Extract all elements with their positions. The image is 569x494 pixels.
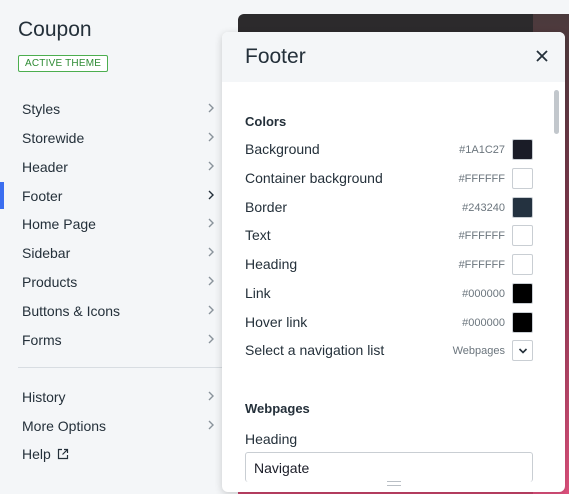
- select-label: Select a navigation list: [245, 342, 385, 358]
- nav-item-label: Styles: [22, 100, 61, 117]
- chevron-right-icon: [208, 305, 214, 315]
- nav-item-label: Home Page: [22, 215, 96, 232]
- color-label: Background: [245, 141, 320, 157]
- chevron-right-icon: [208, 391, 214, 401]
- color-label: Link: [245, 285, 271, 301]
- chevron-right-icon: [208, 161, 214, 171]
- nav-item-products[interactable]: Products: [0, 267, 222, 296]
- theme-name: Coupon: [18, 18, 92, 41]
- chevron-right-icon: [208, 276, 214, 286]
- nav-item-forms[interactable]: Forms: [0, 325, 222, 354]
- heading-field-label: Heading: [245, 431, 298, 447]
- color-swatch[interactable]: [512, 225, 533, 246]
- chevron-right-icon: [208, 190, 214, 200]
- color-swatch[interactable]: [512, 139, 533, 160]
- color-row-heading[interactable]: Heading #FFFFFF: [245, 252, 533, 278]
- colors-section-title: Colors: [245, 114, 287, 129]
- nav-item-label: Forms: [22, 331, 62, 348]
- color-hex: #243240: [462, 202, 505, 214]
- select-value: Webpages: [452, 345, 505, 357]
- chevron-right-icon: [208, 334, 214, 344]
- nav-item-sidebar[interactable]: Sidebar: [0, 238, 222, 267]
- chevron-right-icon: [208, 132, 214, 142]
- nav-item-label: More Options: [22, 417, 107, 434]
- color-row-border[interactable]: Border #243240: [245, 195, 533, 221]
- color-swatch[interactable]: [512, 312, 533, 333]
- color-hex: #FFFFFF: [458, 230, 505, 242]
- chevron-down-icon: [518, 347, 527, 354]
- color-label: Text: [245, 227, 271, 243]
- resize-handle-icon[interactable]: [386, 481, 401, 486]
- nav-item-storewide[interactable]: Storewide: [0, 123, 222, 152]
- nav-item-home-page[interactable]: Home Page: [0, 209, 222, 238]
- color-hex: #000000: [462, 288, 505, 300]
- theme-sidebar: Coupon ACTIVE THEME Styles Storewide Hea…: [0, 0, 238, 494]
- color-label: Heading: [245, 256, 298, 272]
- color-swatch[interactable]: [512, 283, 533, 304]
- chevron-right-icon: [208, 420, 214, 430]
- color-swatch[interactable]: [512, 168, 533, 189]
- active-theme-badge: ACTIVE THEME: [18, 55, 109, 72]
- nav-item-footer[interactable]: Footer: [0, 181, 222, 210]
- color-hex: #000000: [462, 317, 505, 329]
- nav-item-buttons-icons[interactable]: Buttons & Icons: [0, 296, 222, 325]
- dropdown-button[interactable]: [512, 340, 533, 361]
- color-swatch[interactable]: [512, 197, 533, 218]
- nav-item-header[interactable]: Header: [0, 152, 222, 181]
- color-row-text[interactable]: Text #FFFFFF: [245, 223, 533, 249]
- nav-item-label: Products: [22, 273, 78, 290]
- nav-item-help[interactable]: Help: [0, 439, 222, 468]
- chevron-right-icon: [208, 218, 214, 228]
- color-label: Hover link: [245, 314, 308, 330]
- color-hex: #1A1C27: [459, 144, 505, 156]
- chevron-right-icon: [208, 247, 214, 257]
- color-row-link[interactable]: Link #000000: [245, 281, 533, 307]
- close-icon[interactable]: [535, 49, 549, 63]
- nav-item-label: Sidebar: [22, 244, 71, 261]
- color-hex: #FFFFFF: [458, 173, 505, 185]
- external-link-icon: [57, 448, 68, 459]
- panel-title: Footer: [245, 45, 306, 68]
- color-row-background[interactable]: Background #1A1C27: [245, 137, 533, 163]
- color-row-container-background[interactable]: Container background #FFFFFF: [245, 166, 533, 192]
- chevron-right-icon: [208, 103, 214, 113]
- panel-header: Footer: [222, 32, 565, 82]
- webpages-section-title: Webpages: [245, 401, 310, 416]
- color-swatch[interactable]: [512, 254, 533, 275]
- nav-divider: [18, 367, 222, 368]
- nav-item-label: Storewide: [22, 129, 85, 146]
- footer-settings-panel: Footer Colors Background #1A1C27 Contain…: [222, 32, 565, 492]
- color-label: Container background: [245, 170, 383, 186]
- nav-item-label: Header: [22, 158, 68, 175]
- nav-item-styles[interactable]: Styles: [0, 94, 222, 123]
- color-hex: #FFFFFF: [458, 259, 505, 271]
- color-row-hover-link[interactable]: Hover link #000000: [245, 310, 533, 336]
- heading-input[interactable]: [245, 452, 533, 482]
- nav-item-label: Help: [22, 445, 51, 462]
- nav-item-label: Buttons & Icons: [22, 302, 121, 319]
- nav-item-label: History: [22, 388, 66, 405]
- nav-item-more-options[interactable]: More Options: [0, 411, 222, 440]
- navigation-list-select[interactable]: Select a navigation list Webpages: [245, 338, 533, 364]
- panel-scrollbar[interactable]: [554, 90, 559, 134]
- nav-item-label: Footer: [22, 187, 63, 204]
- color-label: Border: [245, 199, 288, 215]
- nav-item-history[interactable]: History: [0, 382, 222, 411]
